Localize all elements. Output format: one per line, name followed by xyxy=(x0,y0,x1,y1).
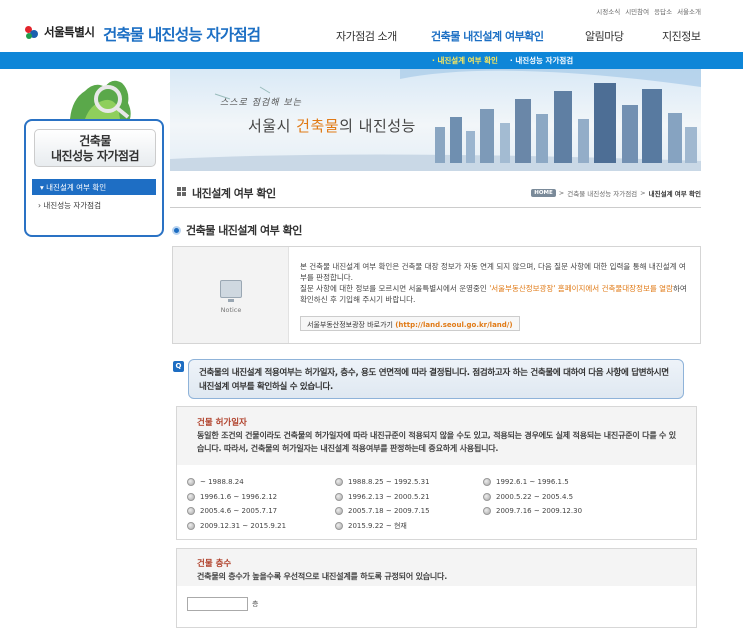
banner-subtitle: 스스로 점검해 보는 xyxy=(220,98,302,108)
subnav-item-design-check[interactable]: · 내진설계 여부 확인 xyxy=(432,55,498,66)
sidebar-item-design-check[interactable]: ▾ 내진설계 여부 확인 xyxy=(32,179,156,195)
gnb-item-quake-info[interactable]: 지진정보 xyxy=(662,28,701,44)
radio-button[interactable] xyxy=(335,492,343,501)
util-link[interactable]: 시정소식 xyxy=(596,6,620,16)
util-link[interactable]: 응답소 xyxy=(654,6,672,16)
breadcrumb-current: 내진설계 여부 확인 xyxy=(648,190,701,198)
permit-date-option[interactable]: 1988.8.25 ~ 1992.5.31 xyxy=(335,477,483,487)
radio-button[interactable] xyxy=(335,507,343,515)
util-link[interactable]: 시민참여 xyxy=(625,6,649,16)
util-link[interactable]: 서울소개 xyxy=(677,6,701,16)
question-intro-box: 건축물의 내진설계 적용여부는 허가일자, 층수, 용도 연면적에 따라 결정됩… xyxy=(188,359,684,399)
floor-count-question: 건물 층수 건축물의 층수가 높을수록 우선적으로 내진설계를 하도록 규정되어… xyxy=(176,548,697,628)
gnb-item-check[interactable]: 건축물 내진설계 여부확인 xyxy=(431,28,544,44)
breadcrumb-sep: > xyxy=(640,189,646,197)
radio-button[interactable] xyxy=(335,521,343,530)
permit-date-option[interactable]: 2005.4.6 ~ 2005.7.17 xyxy=(187,506,335,516)
permit-date-option[interactable]: 2015.9.22 ~ 현재 xyxy=(335,521,483,531)
question-label: 건물 허가일자 xyxy=(197,418,247,428)
korea-map-image xyxy=(70,80,131,119)
section-title: 건축물 내진설계 여부 확인 xyxy=(172,222,302,238)
radio-button[interactable] xyxy=(483,478,491,486)
question-description: 동일한 조건의 건물이라도 건축물의 허가일자에 따라 내진규준이 적용되지 않… xyxy=(197,431,676,453)
banner-title: 서울시 건축물의 내진성능 xyxy=(248,117,416,135)
radio-button[interactable] xyxy=(187,478,195,486)
utility-links: 시정소식 시민참여 응답소 서울소개 xyxy=(596,6,701,16)
notice-paragraph: 본 건축물 내진설계 여부 확인은 건축물 대장 정보가 자동 연계 되지 않으… xyxy=(300,262,686,282)
radio-button[interactable] xyxy=(483,507,491,515)
floor-input-row: 층 xyxy=(187,597,258,611)
button-url: (http://land.seoul.go.kr/land/) xyxy=(395,321,513,329)
radio-button[interactable] xyxy=(187,507,195,515)
radio-button[interactable] xyxy=(483,492,491,501)
sidebar-item-self-check[interactable]: › 내진성능 자가점검 xyxy=(38,200,162,211)
permit-date-option[interactable]: 2005.7.18 ~ 2009.7.15 xyxy=(335,506,483,516)
question-header: 건물 층수 건축물의 층수가 높을수록 우선적으로 내진설계를 하도록 규정되어… xyxy=(177,549,696,586)
permit-date-option[interactable]: 1992.6.1 ~ 1996.1.5 xyxy=(483,477,631,487)
bullet-icon xyxy=(172,225,181,235)
sidebar-item-label: 내진설계 여부 확인 xyxy=(46,183,107,192)
notice-icon-panel: Notice xyxy=(173,247,289,343)
breadcrumb-item[interactable]: 건축물 내진성능 자가점검 xyxy=(567,188,637,198)
question-badge: Q xyxy=(173,361,184,372)
gnb-item-notice[interactable]: 알림마당 xyxy=(585,28,624,44)
permit-date-option[interactable]: 2009.12.31 ~ 2015.9.21 xyxy=(187,521,335,531)
permit-date-option[interactable]: 2009.7.16 ~ 2009.12.30 xyxy=(483,506,631,516)
sidebar: 건축물 내진성능 자가점검 ▾ 내진설계 여부 확인 › 내진성능 자가점검 xyxy=(24,119,164,237)
grid-icon xyxy=(177,187,187,197)
notice-text: 본 건축물 내진설계 여부 확인은 건축물 대장 정보가 자동 연계 되지 않으… xyxy=(300,261,692,305)
radio-button[interactable] xyxy=(335,478,343,486)
monitor-icon xyxy=(220,280,242,302)
notice-box: Notice 본 건축물 내진설계 여부 확인은 건축물 대장 정보가 자동 연… xyxy=(172,246,701,344)
floor-count-input[interactable] xyxy=(187,597,248,611)
question-label: 건물 층수 xyxy=(197,559,232,569)
permit-date-option[interactable]: 1996.2.13 ~ 2000.5.21 xyxy=(335,492,483,502)
section-title-text: 건축물 내진설계 여부 확인 xyxy=(186,224,302,237)
subnav-item-self-check[interactable]: · 내진성능 자가점검 xyxy=(510,55,573,66)
permit-date-question: 건물 허가일자 동일한 조건의 건물이라도 건축물의 허가일자에 따라 내진규준… xyxy=(176,406,697,540)
button-label: 서울부동산정보광장 바로가기 xyxy=(307,321,393,329)
permit-date-option[interactable]: 2000.5.22 ~ 2005.4.5 xyxy=(483,492,631,502)
seoul-land-link-button[interactable]: 서울부동산정보광장 바로가기 (http://land.seoul.go.kr/… xyxy=(300,316,520,331)
notice-label: Notice xyxy=(220,306,242,314)
question-header: 건물 허가일자 동일한 조건의 건물이라도 건축물의 허가일자에 따라 내진규준… xyxy=(177,407,696,465)
breadcrumb: HOME > 건축물 내진성능 자가점검 > 내진설계 여부 확인 xyxy=(531,188,701,198)
sub-nav-bar: · 내진설계 여부 확인 · 내진성능 자가점검 xyxy=(0,52,743,69)
floor-unit-label: 층 xyxy=(252,600,259,608)
radio-button[interactable] xyxy=(187,492,195,501)
breadcrumb-home[interactable]: HOME xyxy=(531,189,556,197)
global-nav: 자가점검 소개 건축물 내진설계 여부확인 알림마당 지진정보 xyxy=(0,28,743,44)
permit-date-option[interactable]: 1996.1.6 ~ 1996.2.12 xyxy=(187,492,335,502)
top-banner: 스스로 점검해 보는 서울시 건축물의 내진성능 xyxy=(170,69,701,171)
permit-date-options: ~ 1988.8.24 1988.8.25 ~ 1992.5.31 1992.6… xyxy=(187,477,697,531)
permit-date-option[interactable]: ~ 1988.8.24 xyxy=(187,477,335,487)
sidebar-item-label: 내진성능 자가점검 xyxy=(43,201,101,210)
sidebar-title: 건축물 내진성능 자가점검 xyxy=(34,129,156,167)
notice-paragraph: 질문 사항에 대한 정보를 모르시면 서울특별시에서 운영중인 '서울부동산정보… xyxy=(300,284,687,304)
page-heading: 내진설계 여부 확인 HOME > 건축물 내진성능 자가점검 > 내진설계 여… xyxy=(170,180,701,208)
sidebar-title-line1: 건축물 xyxy=(79,134,111,148)
page-title: 내진설계 여부 확인 xyxy=(192,187,276,200)
gnb-item-intro[interactable]: 자가점검 소개 xyxy=(336,28,397,44)
sidebar-title-line2: 내진성능 자가점검 xyxy=(51,149,140,163)
question-description: 건축물의 층수가 높을수록 우선적으로 내진설계를 하도록 규정되어 있습니다. xyxy=(197,572,448,581)
radio-button[interactable] xyxy=(187,521,195,530)
breadcrumb-sep: > xyxy=(558,189,565,197)
